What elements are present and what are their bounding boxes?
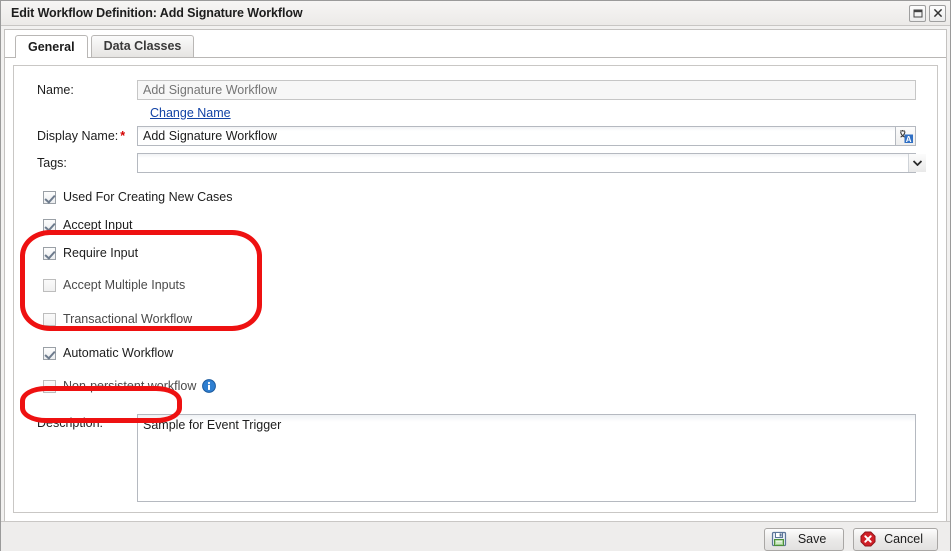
localize-button[interactable]: A [896, 126, 916, 146]
checkbox-label-automatic-workflow: Automatic Workflow [63, 346, 174, 360]
tab-strip: General Data Classes [5, 30, 946, 58]
checkbox-label-used-for-creating-new-cases: Used For Creating New Cases [63, 190, 233, 204]
restore-window-icon [913, 9, 922, 17]
change-name-link[interactable]: Change Name [150, 106, 231, 120]
name-label: Name: [37, 83, 74, 97]
display-name-field-group: A [137, 126, 916, 146]
general-form-panel: Name: Change Name Display Name:* [13, 65, 938, 513]
localize-icon: A [899, 130, 913, 143]
tags-input[interactable] [137, 153, 916, 173]
tags-row: Tags: [24, 153, 927, 173]
checkbox-row-used-for-creating-new-cases[interactable]: Used For Creating New Cases [43, 188, 927, 206]
info-icon [202, 379, 217, 393]
chevron-down-icon [913, 160, 922, 166]
save-button[interactable]: Save [764, 527, 845, 551]
restore-window-button[interactable] [909, 4, 926, 22]
checkbox-row-accept-input[interactable]: Accept Input [43, 216, 927, 234]
cancel-button[interactable]: Cancel [853, 527, 938, 551]
checkbox-require-input[interactable] [43, 246, 56, 260]
checkbox-non-persistent-workflow[interactable] [43, 379, 56, 393]
options-group: Used For Creating New Cases Accept Input… [24, 188, 927, 395]
svg-text:A: A [905, 135, 911, 143]
tags-label: Tags: [37, 156, 67, 170]
change-name-row: Change Name [24, 106, 927, 120]
name-input[interactable] [137, 80, 916, 100]
edit-workflow-dialog: Edit Workflow Definition: Add Signature … [0, 0, 951, 551]
close-window-icon [933, 8, 942, 18]
cancel-button-label: Cancel [884, 532, 923, 546]
tab-data-classes[interactable]: Data Classes [90, 35, 195, 57]
display-name-input[interactable] [137, 126, 896, 146]
checkbox-row-require-input[interactable]: Require Input [43, 244, 927, 262]
dialog-body: General Data Classes Name: Change Name D… [4, 29, 947, 521]
checkbox-accept-multiple-inputs[interactable] [43, 278, 56, 292]
description-textarea[interactable] [137, 414, 916, 502]
checkbox-label-require-input: Require Input [63, 246, 139, 260]
checkbox-used-for-creating-new-cases[interactable] [43, 190, 56, 204]
dialog-footer: Save Cancel [1, 521, 950, 551]
required-marker: * [120, 129, 126, 143]
save-disk-icon [771, 531, 787, 547]
name-row: Name: [24, 80, 927, 100]
checkbox-label-accept-input: Accept Input [63, 218, 133, 232]
checkbox-accept-input[interactable] [43, 218, 56, 232]
checkbox-row-transactional-workflow[interactable]: Transactional Workflow [43, 310, 927, 328]
display-name-label-text: Display Name: [37, 129, 119, 143]
description-label: Description: [37, 416, 103, 430]
info-tooltip-button[interactable] [202, 379, 217, 393]
checkbox-row-automatic-workflow[interactable]: Automatic Workflow [43, 344, 927, 362]
tab-general[interactable]: General [15, 35, 88, 58]
description-row: Description: [24, 414, 927, 502]
checkbox-transactional-workflow[interactable] [43, 312, 56, 326]
save-disk-icon-wrap [771, 531, 787, 547]
checkbox-label-non-persistent-workflow: Non-persistent workflow [63, 379, 197, 393]
checkbox-label-transactional-workflow: Transactional Workflow [63, 312, 193, 326]
checkbox-row-non-persistent-workflow[interactable]: Non-persistent workflow [43, 377, 927, 395]
window-titlebar: Edit Workflow Definition: Add Signature … [1, 1, 950, 26]
save-button-label: Save [797, 532, 827, 546]
close-window-button[interactable] [929, 4, 946, 22]
display-name-row: Display Name: * A [24, 126, 927, 146]
window-title: Edit Workflow Definition: Add Signature … [11, 6, 303, 20]
cancel-x-icon-wrap [860, 531, 876, 547]
checkbox-label-accept-multiple-inputs: Accept Multiple Inputs [63, 278, 186, 292]
cancel-x-icon [860, 531, 876, 547]
tags-dropdown-button[interactable] [908, 154, 926, 172]
checkbox-row-accept-multiple-inputs[interactable]: Accept Multiple Inputs [43, 276, 927, 294]
checkbox-automatic-workflow[interactable] [43, 346, 56, 360]
display-name-label: Display Name: * [24, 129, 137, 143]
